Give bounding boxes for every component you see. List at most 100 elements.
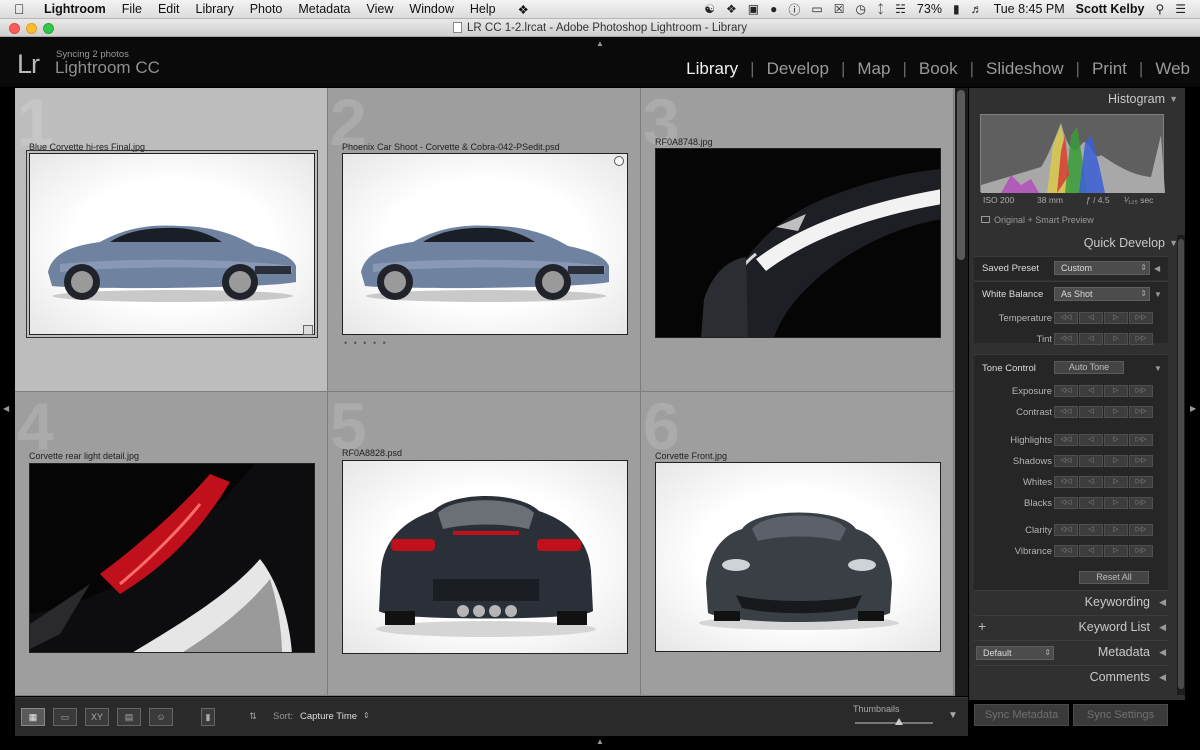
- photo-thumbnail[interactable]: [655, 462, 941, 652]
- camera-icon[interactable]: ▣: [748, 2, 759, 16]
- shadows-down-button[interactable]: ◁: [1079, 455, 1103, 467]
- filmstrip-toggle-icon[interactable]: ▲: [596, 737, 604, 746]
- vibrance-up-large-button[interactable]: ▷▷: [1129, 545, 1153, 557]
- survey-view-icon[interactable]: ▤: [117, 708, 141, 726]
- keyword-add-icon[interactable]: +: [978, 618, 986, 634]
- photo-thumbnail[interactable]: [26, 150, 318, 338]
- apple-menu-icon[interactable]: : [14, 1, 36, 17]
- histogram-header[interactable]: Histogram: [1108, 92, 1165, 106]
- temperature-up-button[interactable]: ▷: [1104, 312, 1128, 324]
- sync-settings-button[interactable]: Sync Settings: [1073, 704, 1168, 726]
- contrast-down-button[interactable]: ◁: [1079, 406, 1103, 418]
- screen-record-icon[interactable]: ☒: [834, 2, 845, 16]
- histogram-chart[interactable]: [980, 114, 1165, 193]
- whites-down-large-button[interactable]: ◁◁: [1054, 476, 1078, 488]
- clarity-down-button[interactable]: ◁: [1079, 524, 1103, 536]
- tint-up-large-button[interactable]: ▷▷: [1129, 333, 1153, 345]
- grid-cell-3[interactable]: 3 RF0A8748.jpg: [641, 88, 954, 392]
- module-web[interactable]: Web: [1155, 59, 1190, 79]
- quick-develop-header[interactable]: Quick Develop: [1084, 236, 1165, 250]
- painter-icon[interactable]: ▮: [201, 708, 215, 726]
- photo-thumbnail[interactable]: [29, 463, 315, 653]
- thumbnail-size-slider-knob[interactable]: [894, 718, 903, 725]
- user-menu[interactable]: Scott Kelby: [1076, 2, 1145, 16]
- quick-collection-icon[interactable]: [614, 156, 624, 166]
- module-print[interactable]: Print: [1092, 59, 1127, 79]
- highlights-down-large-button[interactable]: ◁◁: [1054, 434, 1078, 446]
- shadows-up-button[interactable]: ▷: [1104, 455, 1128, 467]
- highlights-down-button[interactable]: ◁: [1079, 434, 1103, 446]
- blacks-up-large-button[interactable]: ▷▷: [1129, 497, 1153, 509]
- bluetooth-icon[interactable]: ᛨ: [877, 2, 884, 16]
- right-panel-toggle-icon[interactable]: ▶: [1190, 404, 1196, 413]
- dropbox-icon[interactable]: ❖: [726, 2, 737, 16]
- sync-metadata-button[interactable]: Sync Metadata: [974, 704, 1069, 726]
- auto-tone-button[interactable]: Auto Tone: [1054, 361, 1124, 374]
- photo-thumbnail[interactable]: [655, 148, 941, 338]
- evernote-icon[interactable]: ●: [770, 2, 777, 16]
- compare-view-icon[interactable]: XY: [85, 708, 109, 726]
- window-zoom-button[interactable]: [43, 23, 54, 34]
- grid-cell-4[interactable]: 4 Corvette rear light detail.jpg: [15, 392, 328, 696]
- exposure-down-large-button[interactable]: ◁◁: [1054, 385, 1078, 397]
- smart-preview-status[interactable]: Original + Smart Preview: [981, 215, 1094, 225]
- comments-header[interactable]: Comments ◀: [974, 665, 1168, 689]
- grid-cell-5[interactable]: 5 RF0A8828.psd: [328, 392, 641, 696]
- grid-scrollbar[interactable]: [955, 88, 968, 696]
- people-view-icon[interactable]: ☺: [149, 708, 173, 726]
- grid-cell-1[interactable]: 1 Blue Corvette hi-res Final.jpg: [15, 88, 328, 392]
- menu-file[interactable]: File: [122, 2, 142, 16]
- script-icon[interactable]: ❖: [518, 2, 529, 17]
- comments-expand-icon[interactable]: ◀: [1159, 672, 1166, 683]
- exposure-up-large-button[interactable]: ▷▷: [1129, 385, 1153, 397]
- whites-up-button[interactable]: ▷: [1104, 476, 1128, 488]
- photo-thumbnail[interactable]: [342, 153, 628, 335]
- module-develop[interactable]: Develop: [767, 59, 829, 79]
- notification-center-icon[interactable]: ☰: [1175, 2, 1186, 16]
- time-machine-icon[interactable]: ◷: [855, 2, 865, 16]
- whites-down-button[interactable]: ◁: [1079, 476, 1103, 488]
- thumbnail-size-slider[interactable]: [855, 718, 933, 725]
- metadata-preset-select[interactable]: Default ⇕: [976, 646, 1054, 660]
- top-panel-toggle-icon[interactable]: ▲: [596, 39, 604, 48]
- wifi-icon[interactable]: ☵: [895, 2, 906, 16]
- loupe-view-icon[interactable]: ▭: [53, 708, 77, 726]
- creative-cloud-icon[interactable]: ☯: [704, 2, 715, 16]
- keyword-list-header[interactable]: + Keyword List ◀: [974, 615, 1168, 639]
- shadows-down-large-button[interactable]: ◁◁: [1054, 455, 1078, 467]
- module-book[interactable]: Book: [919, 59, 958, 79]
- window-close-button[interactable]: [9, 23, 20, 34]
- temperature-down-button[interactable]: ◁: [1079, 312, 1103, 324]
- vibrance-down-button[interactable]: ◁: [1079, 545, 1103, 557]
- volume-icon[interactable]: ♬: [971, 2, 983, 16]
- grid-view-icon[interactable]: ▦: [21, 708, 45, 726]
- app-menu[interactable]: Lightroom: [44, 2, 106, 16]
- menu-library[interactable]: Library: [196, 2, 234, 16]
- toolbar-content-menu-icon[interactable]: ▼: [948, 710, 958, 721]
- clarity-up-button[interactable]: ▷: [1104, 524, 1128, 536]
- reset-all-button[interactable]: Reset All: [1079, 571, 1149, 584]
- photo-thumbnail[interactable]: [342, 460, 628, 654]
- tint-down-large-button[interactable]: ◁◁: [1054, 333, 1078, 345]
- blacks-up-button[interactable]: ▷: [1104, 497, 1128, 509]
- metadata-expand-icon[interactable]: ◀: [1159, 647, 1166, 658]
- battery-icon[interactable]: ▮: [953, 2, 960, 16]
- vibrance-up-button[interactable]: ▷: [1104, 545, 1128, 557]
- module-map[interactable]: Map: [857, 59, 890, 79]
- tone-control-collapse-icon[interactable]: ▼: [1154, 364, 1162, 373]
- highlights-up-large-button[interactable]: ▷▷: [1129, 434, 1153, 446]
- tint-down-button[interactable]: ◁: [1079, 333, 1103, 345]
- sort-select-arrow-icon[interactable]: ⇕: [363, 711, 370, 720]
- clarity-down-large-button[interactable]: ◁◁: [1054, 524, 1078, 536]
- info-icon[interactable]: ⓘ: [788, 1, 800, 18]
- vibrance-down-large-button[interactable]: ◁◁: [1054, 545, 1078, 557]
- keywording-expand-icon[interactable]: ◀: [1159, 597, 1166, 608]
- menu-view[interactable]: View: [367, 2, 394, 16]
- grid-scrollbar-thumb[interactable]: [957, 90, 965, 260]
- spotlight-search-icon[interactable]: ⚲: [1155, 2, 1164, 16]
- sort-select[interactable]: Capture Time: [300, 711, 357, 722]
- contrast-up-button[interactable]: ▷: [1104, 406, 1128, 418]
- shadows-up-large-button[interactable]: ▷▷: [1129, 455, 1153, 467]
- metadata-header[interactable]: Default ⇕ Metadata ◀: [974, 640, 1168, 664]
- menu-window[interactable]: Window: [409, 2, 453, 16]
